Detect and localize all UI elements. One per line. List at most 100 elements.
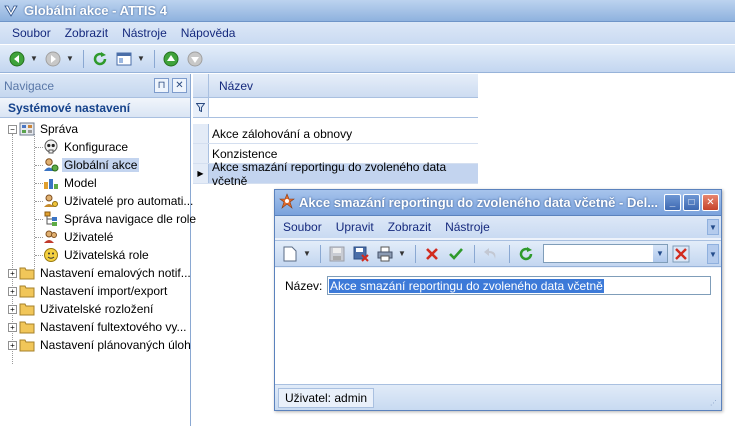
name-field-label: Název: <box>285 278 323 293</box>
expand-icon[interactable]: + <box>8 304 17 314</box>
folder-icon <box>18 283 36 299</box>
filter-input[interactable] <box>209 98 478 117</box>
layout-icon[interactable] <box>113 48 135 70</box>
back-dropdown-icon[interactable]: ▼ <box>30 48 38 70</box>
dialog-menu-soubor[interactable]: Soubor <box>283 220 322 234</box>
new-dropdown-icon[interactable]: ▼ <box>303 243 311 265</box>
forward-dropdown-icon[interactable]: ▼ <box>66 48 74 70</box>
table-row-selected[interactable]: ▶ Akce smazání reportingu do zvoleného d… <box>193 160 478 188</box>
undo-icon[interactable] <box>480 243 502 265</box>
toolbar-separator <box>320 244 321 263</box>
tree-item-uzivatelske-rozlozeni[interactable]: + Uživatelské rozložení <box>8 300 155 318</box>
chevron-down-icon[interactable]: ▼ <box>653 245 667 262</box>
row-header[interactable] <box>193 144 209 163</box>
filter-icon[interactable] <box>193 98 209 117</box>
minimize-icon[interactable]: _ <box>664 194 681 211</box>
tree-item-sprava-navigace[interactable]: Správa navigace dle role <box>42 210 198 228</box>
filter-combo[interactable]: ▼ <box>543 244 668 263</box>
table-cell[interactable]: Akce zálohování a obnovy <box>209 124 478 143</box>
toolbar-separator <box>509 244 510 263</box>
tree-item-label: Nastavení emalových notif... <box>40 266 191 280</box>
dialog-menu-zobrazit[interactable]: Zobrazit <box>388 220 431 234</box>
grid-corner <box>193 74 209 97</box>
dialog-body: Název: Akce smazání reportingu do zvolen… <box>275 268 721 384</box>
tree-item-model[interactable]: Model <box>42 174 99 192</box>
column-header-nazev[interactable]: Název <box>209 74 478 97</box>
expand-icon[interactable]: + <box>8 268 17 278</box>
tree-item-label: Správa navigace dle role <box>64 212 197 226</box>
expand-icon[interactable]: + <box>8 286 17 296</box>
grid-header: Název <box>193 74 478 98</box>
tree-item-label: Uživatelské rozložení <box>40 302 154 316</box>
print-icon[interactable] <box>374 243 396 265</box>
tree-item-nastaveni-import-export[interactable]: + Nastavení import/export <box>8 282 169 300</box>
expand-icon[interactable]: + <box>8 340 17 350</box>
dialog-menu-upravit[interactable]: Upravit <box>336 220 374 234</box>
window-title: Globální akce - ATTIS 4 <box>24 3 168 18</box>
clear-filter-icon[interactable] <box>670 243 692 265</box>
save-icon[interactable] <box>326 243 348 265</box>
actions-grid: Název Akce zálohování a obnovy Konzisten… <box>193 74 478 188</box>
name-field-value[interactable]: Akce smazání reportingu do zvoleného dat… <box>329 278 604 293</box>
row-indicator-icon[interactable]: ▶ <box>193 164 209 183</box>
row-header[interactable] <box>193 124 209 143</box>
tree-item-nastaveni-fultextoveho-vyhledavani[interactable]: + Nastavení fultextového vy... <box>8 318 189 336</box>
name-field-row: Název: Akce smazání reportingu do zvolen… <box>285 276 711 295</box>
admin-folder-icon <box>18 121 36 137</box>
menu-soubor[interactable]: Soubor <box>12 26 51 40</box>
save-close-icon[interactable] <box>350 243 372 265</box>
close-icon[interactable]: ✕ <box>172 78 187 93</box>
pin-icon[interactable]: ⊓ <box>154 78 169 93</box>
main-menu-bar: Soubor Zobrazit Nástroje Nápověda <box>0 22 735 44</box>
confirm-icon[interactable] <box>445 243 467 265</box>
expand-icon[interactable]: + <box>8 322 17 332</box>
tree-item-konfigurace[interactable]: Konfigurace <box>42 138 130 156</box>
navigation-header: Navigace ⊓ ✕ <box>0 74 190 98</box>
layout-dropdown-icon[interactable]: ▼ <box>137 48 145 70</box>
chevron-down-icon[interactable]: ▼ <box>707 244 719 264</box>
tree-item-nastaveni-planovanych-uloh[interactable]: + Nastavení plánovaných úloh <box>8 336 193 354</box>
back-icon[interactable] <box>6 48 28 70</box>
tree-item-sprava[interactable]: − Správa <box>8 120 80 138</box>
collapse-icon[interactable]: − <box>8 124 17 134</box>
table-row[interactable]: Akce zálohování a obnovy <box>193 124 478 144</box>
tree-item-uzivatele[interactable]: Uživatelé <box>42 228 115 246</box>
tree-item-nastaveni-emailovych-notifikaci[interactable]: + Nastavení emalových notif... <box>8 264 193 282</box>
tree-item-uzivatele-pro-automatizaci[interactable]: Uživatelé pro automati... <box>42 192 195 210</box>
table-cell[interactable]: Akce smazání reportingu do zvoleného dat… <box>209 160 478 188</box>
down-icon[interactable] <box>184 48 206 70</box>
role-icon <box>42 247 60 263</box>
dialog-title-bar[interactable]: Akce smazání reportingu do zvoleného dat… <box>275 190 721 216</box>
menu-nastroje[interactable]: Nástroje <box>122 26 167 40</box>
name-field[interactable]: Akce smazání reportingu do zvoleného dat… <box>327 276 711 295</box>
refresh-icon[interactable] <box>89 48 111 70</box>
users-icon <box>42 229 60 245</box>
gear-person-icon <box>42 157 60 173</box>
menu-napoveda[interactable]: Nápověda <box>181 26 236 40</box>
tree-item-label: Konfigurace <box>64 140 129 154</box>
new-document-icon[interactable] <box>279 243 301 265</box>
tree-item-globalni-akce[interactable]: Globální akce <box>42 156 140 174</box>
user-key-icon <box>42 193 60 209</box>
forward-icon[interactable] <box>42 48 64 70</box>
tree-item-label: Globální akce <box>62 158 140 172</box>
tree-item-label: Uživatelé <box>64 230 114 244</box>
tree-item-uzivatelska-role[interactable]: Uživatelská role <box>42 246 151 264</box>
toolbar-separator <box>83 49 84 68</box>
resize-grip-icon[interactable]: ⋰ <box>710 399 718 407</box>
tree-item-label: Nastavení fultextového vy... <box>40 320 187 334</box>
folder-icon <box>18 319 36 335</box>
navigation-section-title[interactable]: Systémové nastavení <box>0 98 190 118</box>
tree-item-label: Nastavení import/export <box>40 284 168 298</box>
maximize-icon[interactable]: □ <box>683 194 700 211</box>
print-dropdown-icon[interactable]: ▼ <box>398 243 406 265</box>
app-icon <box>4 4 18 18</box>
dialog-close-icon[interactable]: ✕ <box>702 194 719 211</box>
dialog-menu-nastroje[interactable]: Nástroje <box>445 220 490 234</box>
refresh-icon[interactable] <box>515 243 537 265</box>
chevron-down-icon[interactable]: ▼ <box>707 219 719 235</box>
menu-zobrazit[interactable]: Zobrazit <box>65 26 108 40</box>
detail-dialog: Akce smazání reportingu do zvoleného dat… <box>274 189 722 411</box>
delete-icon[interactable] <box>421 243 443 265</box>
up-icon[interactable] <box>160 48 182 70</box>
